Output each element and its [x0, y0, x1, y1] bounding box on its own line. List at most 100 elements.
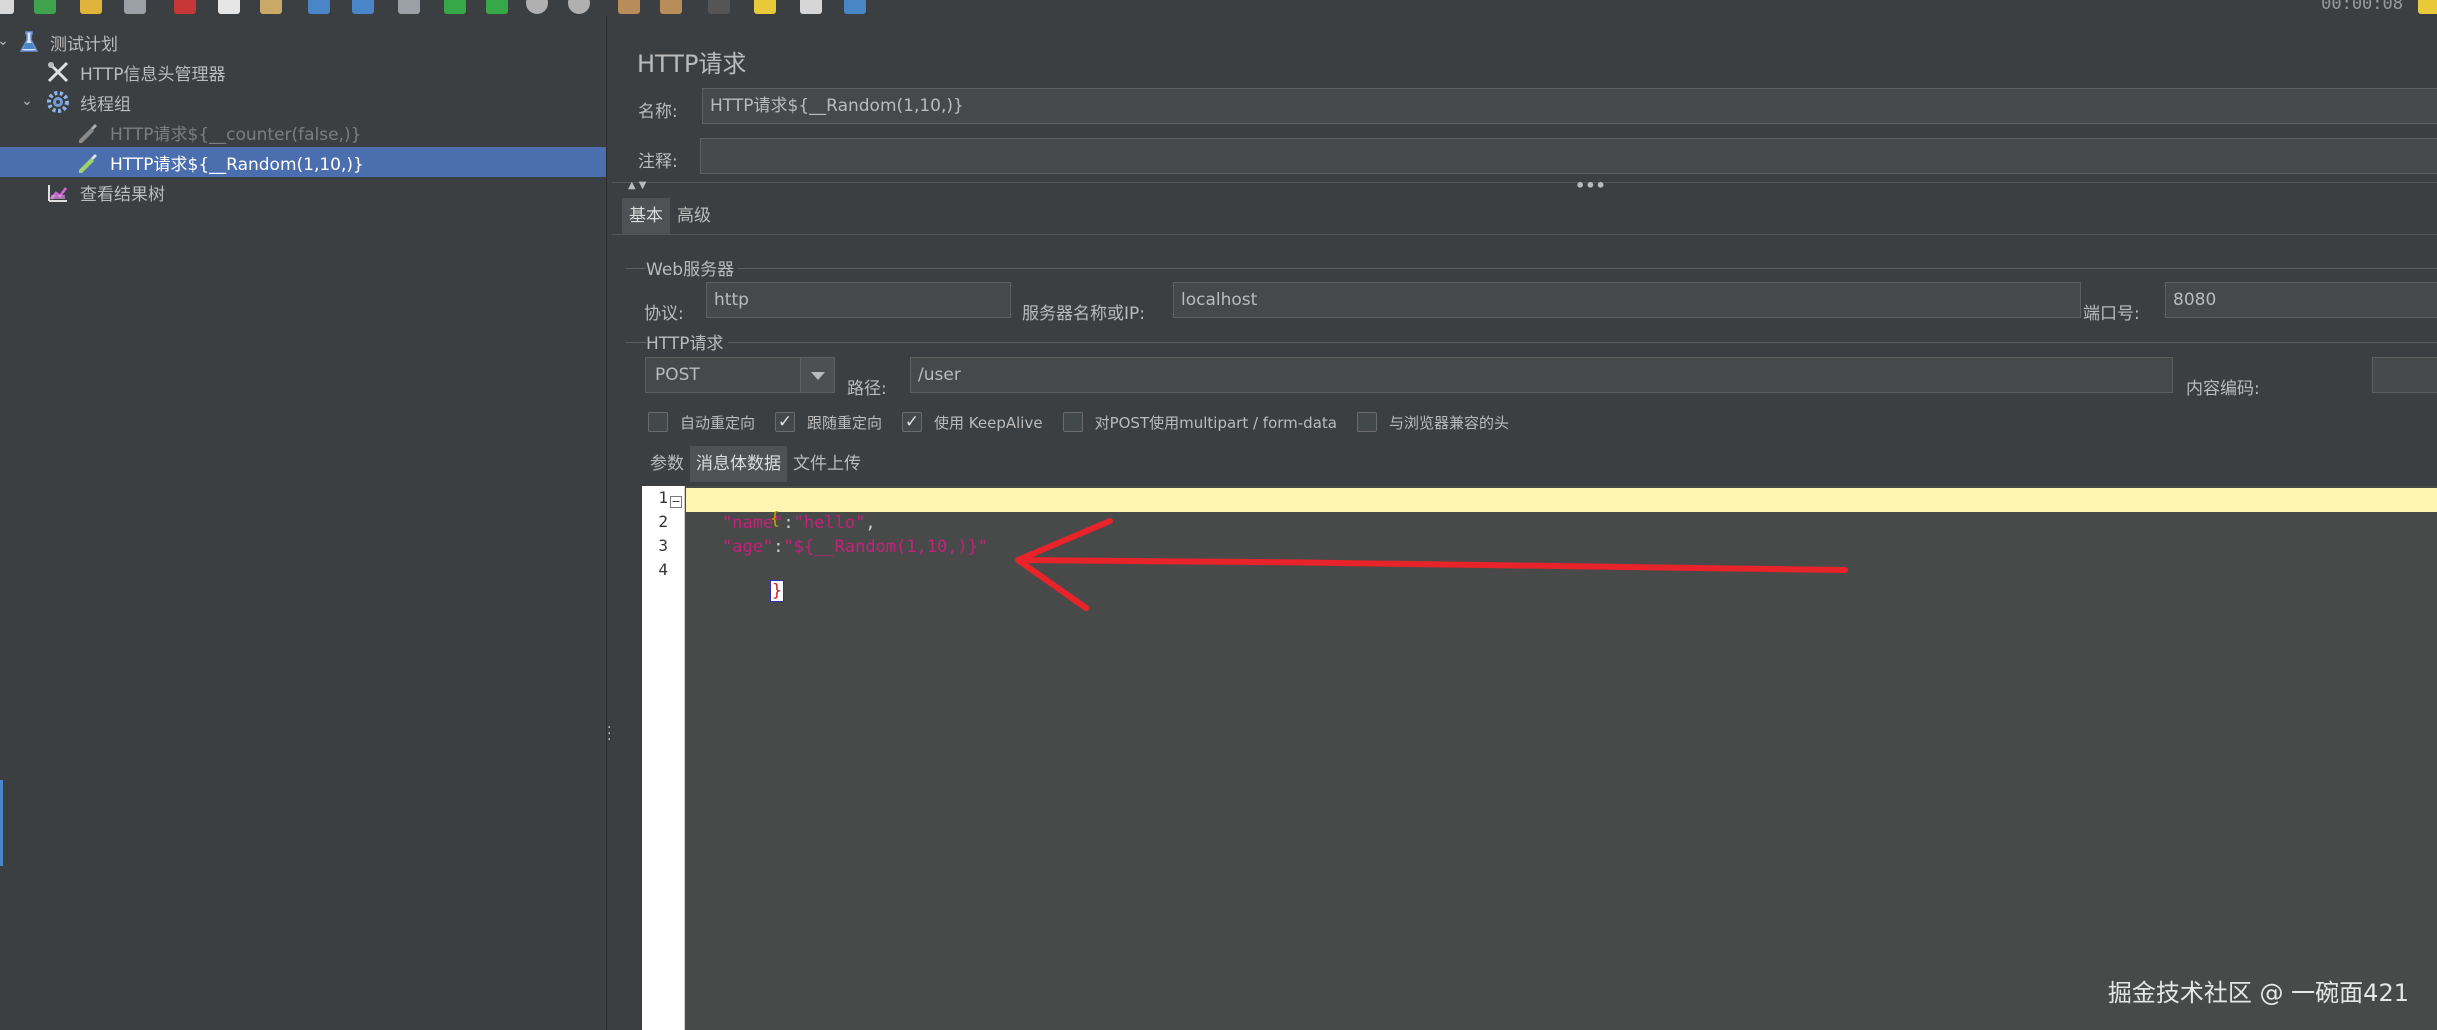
method-select[interactable]: POST [645, 357, 835, 393]
chevron-down-icon[interactable]: ⌄ [0, 34, 10, 48]
browser-compatible-headers-checkbox[interactable]: 与浏览器兼容的头 [1356, 412, 1509, 433]
web-server-group-title: Web服务器 [646, 255, 739, 280]
path-field[interactable]: /user [910, 357, 2173, 393]
function-helper-icon[interactable] [800, 0, 822, 14]
clear-icon[interactable] [618, 0, 640, 14]
help-icon[interactable] [844, 0, 866, 14]
tab-basic[interactable]: 基本 [622, 198, 670, 234]
new-icon[interactable] [0, 0, 14, 14]
shutdown-icon[interactable] [568, 0, 590, 14]
tree-item-header-manager[interactable]: HTTP信息头管理器 [0, 57, 606, 87]
checkbox-label: 与浏览器兼容的头 [1388, 413, 1509, 432]
toolbar: 00:00:08 [0, 0, 2437, 16]
checkbox-label: 跟随重定向 [807, 413, 883, 432]
tab-advanced[interactable]: 高级 [670, 198, 718, 234]
chevron-down-icon[interactable] [800, 358, 834, 392]
tree-item-thread-group[interactable]: ⌄ 线程组 [0, 87, 606, 117]
tree-item-test-plan[interactable]: ⌄ 测试计划 [0, 27, 606, 57]
save-icon[interactable] [124, 0, 146, 14]
collapse-icon[interactable] [352, 0, 374, 14]
start-no-pause-icon[interactable] [486, 0, 508, 14]
server-label: 服务器名称或IP: [1022, 304, 1145, 324]
watermark: 掘金技术社区 @ 一碗面421 [2107, 979, 2409, 1007]
tree-item-label: 测试计划 [50, 34, 118, 55]
reset-search-icon[interactable] [754, 0, 776, 14]
server-field[interactable]: localhost [1173, 282, 2081, 318]
http-request-group-border [626, 342, 2437, 343]
auto-redirect-checkbox[interactable]: 自动重定向 [648, 412, 755, 433]
code-token: "hello" [793, 513, 866, 533]
chart-icon [48, 185, 67, 202]
test-plan-tree: ⌄ 测试计划 HTTP信息头管理器 ⌄ 线程组 HTTP请求${__counte… [0, 16, 606, 1030]
encoding-field[interactable] [2372, 357, 2437, 393]
tabs-divider [612, 234, 2437, 235]
code-token: : [773, 537, 784, 557]
name-field[interactable]: HTTP请求${__Random(1,10,)} [702, 88, 2437, 124]
follow-redirect-checkbox[interactable]: ✓ 跟随重定向 [775, 412, 882, 433]
search-icon[interactable] [708, 0, 730, 14]
expand-icon[interactable] [308, 0, 330, 14]
checkbox-box[interactable] [1356, 412, 1377, 432]
code-token: "name" [722, 513, 784, 533]
splitter-grip-icon[interactable]: · · · [607, 721, 611, 747]
port-label: 端口号: [2083, 304, 2140, 324]
tab-body-data[interactable]: 消息体数据 [690, 446, 787, 482]
line-number: 3 [658, 536, 668, 555]
body-data-editor[interactable]: 1 − 2 3 4 { "name":"hello", "age":"${__R… [642, 486, 2437, 1030]
checkbox-label: 使用 KeepAlive [934, 413, 1043, 432]
tree-item-http-request-counter[interactable]: HTTP请求${__counter(false,)} [0, 117, 606, 147]
tab-parameters[interactable]: 参数 [644, 446, 690, 482]
main-tabs: 基本 高级 [622, 198, 718, 234]
line-number: 1 [658, 488, 668, 507]
tree-item-view-results-tree[interactable]: 查看结果树 [0, 177, 606, 207]
checkbox-box[interactable] [648, 412, 668, 432]
toggle-icon[interactable] [398, 0, 420, 14]
clear-all-icon[interactable] [660, 0, 682, 14]
code-token: "age" [722, 537, 774, 557]
checkmark-icon[interactable]: ✓ [902, 412, 923, 432]
stop-icon[interactable] [526, 0, 548, 14]
flask-icon [19, 31, 39, 52]
checkmark-icon[interactable]: ✓ [775, 412, 796, 432]
tree-item-label: 查看结果树 [80, 184, 165, 205]
tree-item-http-request-random[interactable]: HTTP请求${__Random(1,10,)} [0, 147, 606, 177]
multipart-checkbox[interactable]: 对POST使用multipart / form-data [1062, 412, 1337, 433]
method-value: POST [655, 365, 700, 385]
start-icon[interactable] [444, 0, 466, 14]
web-server-group-border [626, 268, 2437, 269]
tree-item-label: 线程组 [80, 94, 131, 115]
tree-item-label: HTTP请求${__counter(false,)} [110, 124, 362, 145]
fold-collapse-icon[interactable]: − [670, 496, 682, 508]
comment-field[interactable] [700, 138, 2437, 174]
wrench-icon [47, 61, 69, 83]
protocol-field[interactable]: http [706, 282, 1011, 318]
drag-handle-icon[interactable]: ••• [1575, 176, 1606, 195]
chevron-down-icon[interactable]: ⌄ [20, 94, 34, 108]
options-checkboxes: 自动重定向 ✓ 跟随重定向 ✓ 使用 KeepAlive 对POST使用mult… [648, 410, 1529, 434]
comment-label: 注释: [638, 152, 678, 172]
http-request-group-title: HTTP请求 [646, 329, 728, 354]
tab-file-upload[interactable]: 文件上传 [787, 446, 867, 482]
open-icon[interactable] [80, 0, 102, 14]
name-label: 名称: [638, 102, 678, 122]
collapse-divider [612, 182, 2437, 194]
cut-icon[interactable] [174, 0, 196, 14]
request-sub-tabs: 参数 消息体数据 文件上传 [644, 446, 867, 482]
warning-icon[interactable] [2418, 0, 2437, 14]
encoding-label: 内容编码: [2186, 379, 2260, 399]
path-label: 路径: [847, 379, 887, 399]
jmeter-window: 00:00:08 ⌄ 测试计划 HTTP信息头管理器 ⌄ 线程组 HTTP请求$… [0, 0, 2437, 1030]
http-request-panel: HTTP请求 名称: HTTP请求${__Random(1,10,)} 注释: … [612, 16, 2437, 1030]
paste-icon[interactable] [260, 0, 282, 14]
checkbox-label: 对POST使用multipart / form-data [1094, 413, 1337, 432]
keepalive-checkbox[interactable]: ✓ 使用 KeepAlive [902, 412, 1043, 433]
collapse-arrows-icon[interactable]: ▲▼ [628, 180, 649, 191]
checkbox-box[interactable] [1062, 412, 1083, 432]
line-number: 4 [658, 560, 668, 579]
copy-icon[interactable] [218, 0, 240, 14]
port-field[interactable]: 8080 [2165, 282, 2437, 318]
tree-item-label: HTTP请求${__Random(1,10,)} [110, 154, 364, 175]
code-token: , [865, 513, 876, 533]
line-number-gutter: 1 − 2 3 4 [642, 486, 685, 1030]
templates-icon[interactable] [34, 0, 56, 14]
